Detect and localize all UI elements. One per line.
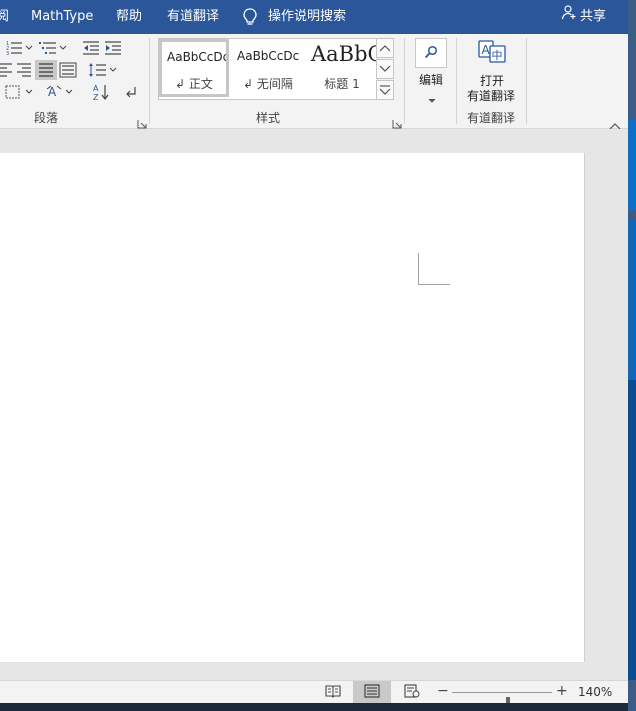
divider xyxy=(526,38,527,124)
line-spacing-button[interactable] xyxy=(88,60,118,80)
svg-text:A: A xyxy=(482,43,491,57)
read-mode-button[interactable] xyxy=(314,681,352,704)
print-layout-button[interactable] xyxy=(353,681,391,704)
svg-text:A: A xyxy=(93,84,99,93)
style-heading-1-name: 标题 1 xyxy=(324,77,360,91)
person-add-icon xyxy=(561,0,577,34)
youdao-group-label: 有道翻译 xyxy=(467,111,516,125)
increase-indent-button[interactable] xyxy=(102,38,124,58)
zoom-in-button[interactable]: + xyxy=(556,683,568,699)
desktop-edge xyxy=(628,0,636,711)
chinese-layout-button[interactable]: A xyxy=(46,82,76,102)
margin-corner-mark xyxy=(418,253,450,285)
style-normal[interactable]: AaBbCcDc ↲ 正文 xyxy=(159,39,229,97)
styles-group-label: 样式 xyxy=(256,111,281,125)
svg-text:Z: Z xyxy=(93,93,99,101)
web-layout-icon xyxy=(404,683,420,702)
style-no-spacing-sample: AaBbCcDc xyxy=(237,49,300,63)
align-right-button[interactable] xyxy=(13,60,35,80)
show-marks-button[interactable] xyxy=(120,82,142,102)
tab-youdao[interactable]: 有道翻译 xyxy=(167,0,219,34)
justify-button[interactable] xyxy=(35,60,57,80)
youdao-translate-button[interactable]: A 中 xyxy=(476,40,508,68)
youdao-open-label-2: 有道翻译 xyxy=(467,89,516,103)
multilevel-list-button[interactable] xyxy=(38,38,68,58)
chevron-down-icon xyxy=(428,89,436,108)
word-window: 阅 MathType 帮助 有道翻译 操作说明搜索 共享 1 2 3 A A Z… xyxy=(0,0,636,711)
style-heading-1-sample: AaBbC xyxy=(311,42,377,66)
gallery-scroll-up-button[interactable] xyxy=(376,38,394,58)
print-layout-icon xyxy=(364,683,380,702)
editing-button[interactable] xyxy=(415,38,447,68)
ribbon: 1 2 3 A A Z 段落 AaBbCcDc ↲ 正文 AaBbCcDc ↲ … xyxy=(0,34,628,130)
document-canvas xyxy=(0,129,628,680)
sort-button[interactable]: A Z xyxy=(90,82,112,102)
decrease-indent-button[interactable] xyxy=(80,38,102,58)
gallery-more-button[interactable] xyxy=(376,80,394,100)
zoom-out-button[interactable]: − xyxy=(437,683,449,699)
paragraph-group-label: 段落 xyxy=(34,111,59,125)
paragraph-dialog-launcher-icon[interactable] xyxy=(137,114,147,129)
share-button[interactable]: 共享 xyxy=(561,0,606,34)
distributed-button[interactable] xyxy=(57,60,79,80)
tab-partial[interactable]: 阅 xyxy=(0,0,9,34)
lightbulb-icon[interactable] xyxy=(242,7,258,31)
style-no-spacing-name: ↲ 无间隔 xyxy=(243,77,293,91)
svg-text:中: 中 xyxy=(492,49,503,62)
tell-me-search[interactable]: 操作说明搜索 xyxy=(268,0,346,34)
read-mode-icon xyxy=(325,683,341,702)
status-bar: − + 140% xyxy=(0,680,628,709)
styles-gallery: AaBbCcDc ↲ 正文 AaBbCcDc ↲ 无间隔 AaBbC 标题 1 xyxy=(158,38,378,100)
ribbon-tab-bar: 阅 MathType 帮助 有道翻译 操作说明搜索 共享 xyxy=(0,0,628,34)
gallery-scroll-down-button[interactable] xyxy=(376,59,394,79)
numbering-button[interactable]: 1 2 3 xyxy=(4,38,34,58)
share-label: 共享 xyxy=(580,9,607,24)
translate-icon: A 中 xyxy=(477,39,507,69)
style-no-spacing[interactable]: AaBbCcDc ↲ 无间隔 xyxy=(233,39,303,97)
style-normal-sample: AaBbCcDc xyxy=(167,50,229,64)
shading-button[interactable] xyxy=(4,82,34,102)
editing-label: 编辑 xyxy=(419,73,444,87)
style-normal-name: ↲ 正文 xyxy=(175,77,213,91)
style-heading-1[interactable]: AaBbC 标题 1 xyxy=(307,39,377,97)
document-page[interactable] xyxy=(0,153,585,662)
tab-help[interactable]: 帮助 xyxy=(116,0,142,34)
svg-text:3: 3 xyxy=(6,51,9,56)
zoom-level[interactable]: 140% xyxy=(578,685,612,699)
tab-mathtype[interactable]: MathType xyxy=(31,0,93,34)
divider xyxy=(456,38,457,124)
zoom-slider[interactable] xyxy=(452,692,552,709)
taskbar-edge xyxy=(0,703,636,711)
find-icon xyxy=(424,44,438,63)
divider xyxy=(149,38,150,124)
divider xyxy=(404,38,405,124)
styles-dialog-launcher-icon[interactable] xyxy=(392,114,402,129)
web-layout-button[interactable] xyxy=(393,681,431,704)
